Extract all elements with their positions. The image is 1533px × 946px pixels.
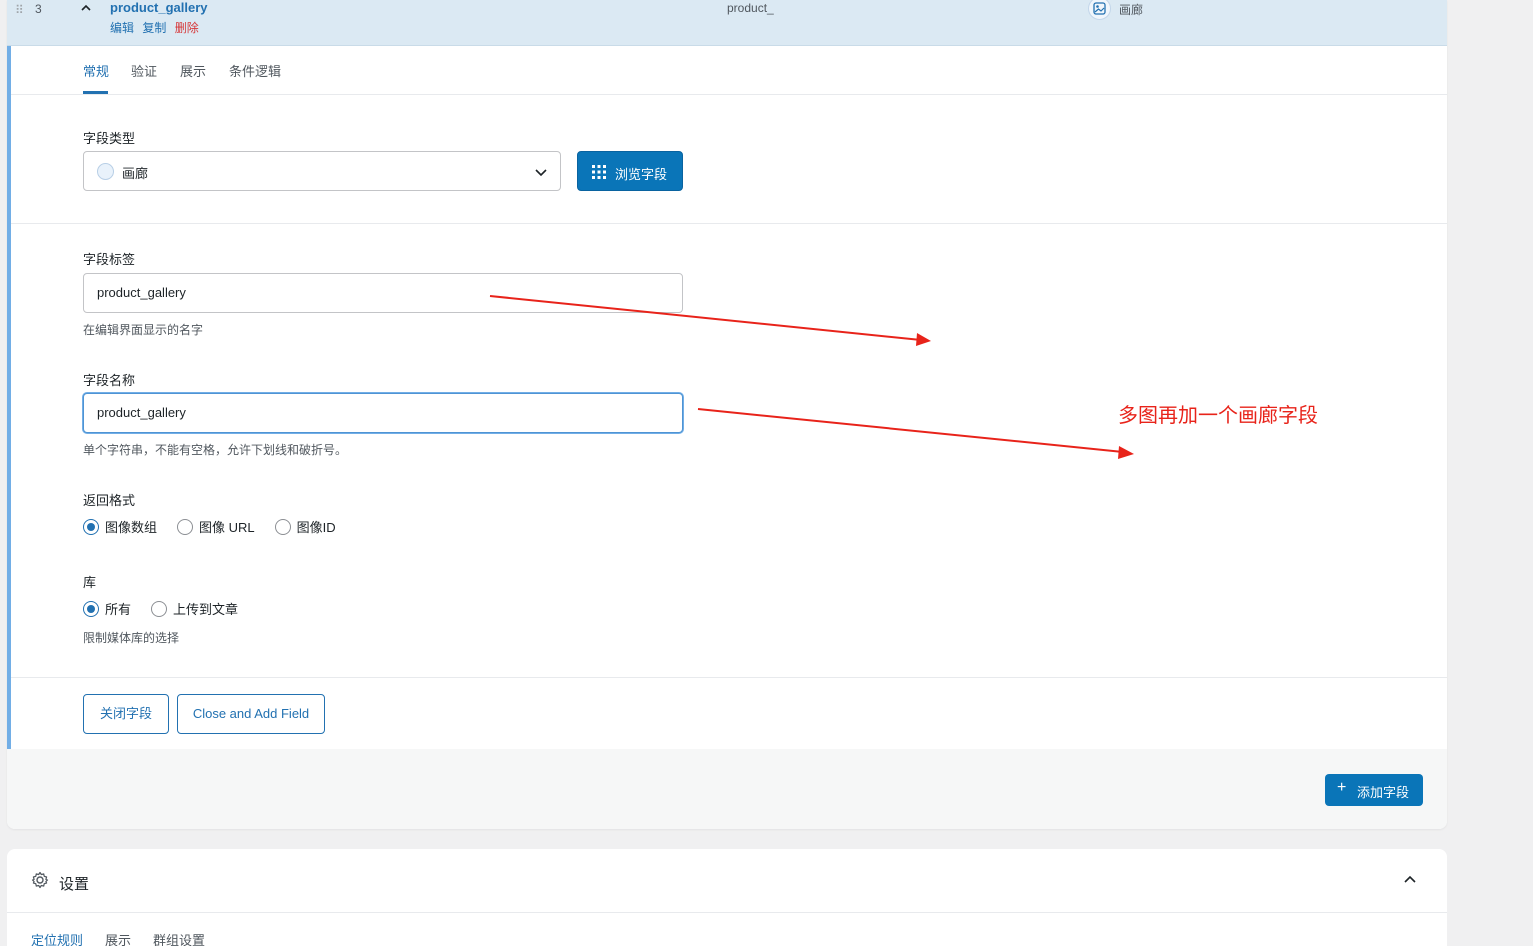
settings-title: 设置 [59,876,90,893]
radio-library-uploaded[interactable]: 上传到文章 [151,599,238,618]
radio-label: 图像数组 [105,520,158,535]
field-key: product_ [727,1,774,15]
divider [11,677,1447,678]
tab-conditional-logic[interactable]: 条件逻辑 [229,61,281,80]
tab-presentation[interactable]: 展示 [180,61,206,80]
field-name-hint: 单个字符串，不能有空格，允许下划线和破折号。 [83,443,348,457]
row-actions: 编辑 复制 删除 [110,19,204,36]
field-type-label: 画廊 [1119,3,1144,17]
tab-location-rules[interactable]: 定位规则 [31,930,83,946]
radio-dot[interactable] [274,518,291,535]
field-list-footer: + 添加字段 [7,749,1447,829]
divider [7,912,1447,913]
library-radios: 所有 上传到文章 [83,599,258,618]
chevron-down-icon [535,169,547,177]
radio-label: 图像ID [296,520,336,535]
radio-label: 图像 URL [199,520,255,535]
drag-handle-icon[interactable]: ⠿ [15,3,24,17]
settings-panel: 设置 定位规则 展示 群组设置 [7,849,1447,946]
field-label-label: 字段标签 [83,252,136,267]
field-name-label: 字段名称 [83,373,136,388]
library-label: 库 [83,575,97,590]
radio-image-id[interactable]: 图像ID [274,517,336,536]
return-format-radios: 图像数组 图像 URL 图像ID [83,517,356,536]
divider [11,223,1447,224]
tab-general[interactable]: 常规 [83,61,109,80]
radio-image-url[interactable]: 图像 URL [177,517,255,536]
gear-icon [31,871,49,889]
tab-validation[interactable]: 验证 [131,61,157,80]
close-field-button[interactable]: 关闭字段 [83,694,169,734]
radio-label: 所有 [105,602,132,617]
field-type-value: 画廊 [122,166,149,181]
browse-fields-button[interactable]: 浏览字段 [577,151,683,191]
return-format-label: 返回格式 [83,493,136,508]
chevron-up-icon[interactable] [1403,873,1417,887]
gallery-icon [1088,0,1111,20]
duplicate-link[interactable]: 复制 [142,21,166,35]
radio-library-all[interactable]: 所有 [83,599,131,618]
field-order: 3 [35,2,42,16]
field-type-select[interactable]: 画廊 [83,151,561,191]
field-settings-tabs: 常规 验证 展示 条件逻辑 [11,46,1447,95]
grid-icon [592,165,606,179]
add-field-button[interactable]: + 添加字段 [1325,774,1423,806]
field-name-input[interactable]: product_gallery [83,393,683,433]
active-tab-indicator [83,91,108,94]
delete-link[interactable]: 删除 [175,21,199,35]
radio-dot[interactable] [177,518,194,535]
tab-presentation-settings[interactable]: 展示 [105,930,131,946]
field-label-hint: 在编辑界面显示的名字 [83,323,204,337]
annotation-text: 多图再加一个画廊字段 [1118,405,1318,427]
plus-icon: + [1337,779,1347,796]
chevron-up-icon[interactable] [79,1,93,15]
field-label-input[interactable]: product_gallery [83,273,683,313]
radio-dot[interactable] [83,518,99,535]
radio-image-array[interactable]: 图像数组 [83,517,157,536]
field-title-link[interactable]: product_gallery [110,0,208,15]
add-field-label: 添加字段 [1357,785,1410,800]
library-hint: 限制媒体库的选择 [83,631,180,645]
field-type-label: 字段类型 [83,131,136,146]
radio-dot[interactable] [151,600,168,617]
radio-dot[interactable] [83,600,99,617]
gallery-type-icon [97,163,114,180]
field-row[interactable]: ⠿ 3 product_gallery 编辑 复制 删除 product_ 画廊 [7,0,1447,46]
field-settings: 常规 验证 展示 条件逻辑 字段类型 画廊 浏览字段 字段标签 product_… [7,46,1447,749]
edit-link[interactable]: 编辑 [110,21,134,35]
browse-fields-label: 浏览字段 [615,167,668,182]
close-and-add-field-button[interactable]: Close and Add Field [177,694,325,734]
radio-label: 上传到文章 [173,602,239,617]
tab-group-settings[interactable]: 群组设置 [153,930,205,946]
